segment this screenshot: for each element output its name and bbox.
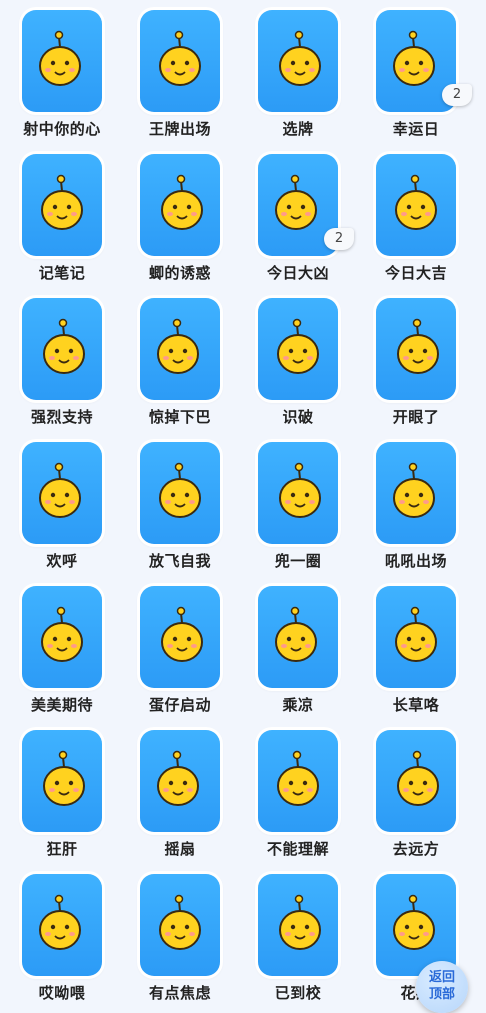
count-badge: 2 [324, 228, 354, 250]
sticker-item[interactable]: 射中你的心 [0, 0, 118, 144]
count-badge: 2 [442, 84, 472, 106]
notebook-icon[interactable] [22, 154, 102, 256]
sticker-label: 放飞自我 [148, 552, 211, 570]
sticker-item[interactable]: 放飞自我 [118, 432, 236, 576]
net-icon[interactable] [258, 442, 338, 544]
back-to-top-line2: 顶部 [428, 987, 455, 1002]
sticker-item[interactable]: 美美期待 [0, 576, 118, 720]
back-to-top-button[interactable]: 返回 顶部 [416, 961, 468, 1013]
sticker-label: 兜一圈 [274, 552, 322, 570]
launch-icon[interactable] [140, 586, 220, 688]
warrior-icon[interactable] [376, 442, 456, 544]
sticker-label: 强烈支持 [30, 408, 93, 426]
sticker-item[interactable]: 识破 [236, 288, 354, 432]
fan-icon[interactable] [140, 730, 220, 832]
sticker-item[interactable]: 不能理解 [236, 720, 354, 864]
sticker-item[interactable]: 蝍的诱惑 [118, 144, 236, 288]
sticker-label: 今日大吉 [384, 264, 447, 282]
sticker-label: 哎呦喂 [38, 984, 86, 1002]
anxious-icon[interactable] [140, 874, 220, 976]
sticker-item[interactable]: 乘凉 [236, 576, 354, 720]
cheer-icon[interactable] [22, 442, 102, 544]
detective-icon[interactable] [258, 298, 338, 400]
sticker-label: 射中你的心 [23, 120, 101, 138]
sticker-label: 不能理解 [266, 840, 329, 858]
sticker-label: 蛋仔启动 [148, 696, 211, 714]
sigh-icon[interactable] [22, 874, 102, 976]
ace-card-icon[interactable] [140, 10, 220, 112]
sticker-item[interactable]: 吼吼出场 [354, 432, 472, 576]
sticker-item[interactable]: 狂肝 [0, 720, 118, 864]
sticker-label: 吼吼出场 [384, 552, 447, 570]
sticker-item[interactable]: 哎呦喂 [0, 864, 118, 1008]
sticker-label: 长草咯 [392, 696, 440, 714]
sticker-grid: 射中你的心 王牌出场 选牌 幸运日 2 记笔记 蝍的诱惑 今日大凶 2 今日大吉 强烈支持 惊掉下巴识… [0, 0, 486, 1010]
sticker-item[interactable]: 已到校 [236, 864, 354, 1008]
sticker-item[interactable]: 摇扇 [118, 720, 236, 864]
sticker-label: 有点焦虑 [148, 984, 211, 1002]
sticker-item[interactable]: 记笔记 [0, 144, 118, 288]
sticker-item[interactable]: 兜一圈 [236, 432, 354, 576]
sticker-item[interactable]: 今日大凶 2 [236, 144, 354, 288]
sticker-label: 乘凉 [282, 696, 314, 714]
sticker-label: 今日大凶 [266, 264, 329, 282]
sticker-item[interactable]: 去远方 [354, 720, 472, 864]
pink-cloud-icon[interactable] [22, 298, 102, 400]
shocked-costume-icon[interactable] [140, 298, 220, 400]
white-cloud-icon[interactable] [22, 586, 102, 688]
sprout-icon[interactable] [376, 586, 456, 688]
sticker-label: 欢呼 [46, 552, 78, 570]
sticker-item[interactable]: 选牌 [236, 0, 354, 144]
sticker-label: 幸运日 [392, 120, 440, 138]
sticker-label: 狂肝 [46, 840, 78, 858]
confused-icon[interactable] [258, 730, 338, 832]
sticker-item[interactable]: 蛋仔启动 [118, 576, 236, 720]
cards-icon[interactable] [258, 10, 338, 112]
sticker-label: 识破 [282, 408, 314, 426]
sticker-item[interactable]: 王牌出场 [118, 0, 236, 144]
bee-costume-icon[interactable] [140, 154, 220, 256]
bow-heart-icon[interactable] [22, 10, 102, 112]
sticker-item[interactable]: 有点焦虑 [118, 864, 236, 1008]
sticker-item[interactable]: 长草咯 [354, 576, 472, 720]
sticker-label: 蝍的诱惑 [148, 264, 211, 282]
sticker-label: 已到校 [274, 984, 322, 1002]
sticker-item[interactable]: 开眼了 [354, 288, 472, 432]
sticker-label: 记笔记 [38, 264, 86, 282]
back-to-top-line1: 返回 [428, 970, 455, 985]
angel-icon[interactable] [376, 730, 456, 832]
writing-icon[interactable] [22, 730, 102, 832]
sticker-label: 开眼了 [392, 408, 440, 426]
sticker-label: 美美期待 [30, 696, 93, 714]
fortune-slip-icon[interactable] [376, 154, 456, 256]
sticker-item[interactable]: 惊掉下巴 [118, 288, 236, 432]
kite-icon[interactable] [140, 442, 220, 544]
sticker-item[interactable]: 幸运日 2 [354, 0, 472, 144]
sticker-label: 王牌出场 [148, 120, 211, 138]
sticker-label: 去远方 [392, 840, 440, 858]
leaf-icon[interactable] [258, 586, 338, 688]
sticker-label: 摇扇 [164, 840, 196, 858]
sticker-item[interactable]: 强烈支持 [0, 288, 118, 432]
glasses-icon[interactable] [376, 298, 456, 400]
sticker-label: 选牌 [282, 120, 314, 138]
school-bag-icon[interactable] [258, 874, 338, 976]
sticker-label: 惊掉下巴 [148, 408, 211, 426]
sticker-item[interactable]: 欢呼 [0, 432, 118, 576]
sticker-item[interactable]: 今日大吉 [354, 144, 472, 288]
